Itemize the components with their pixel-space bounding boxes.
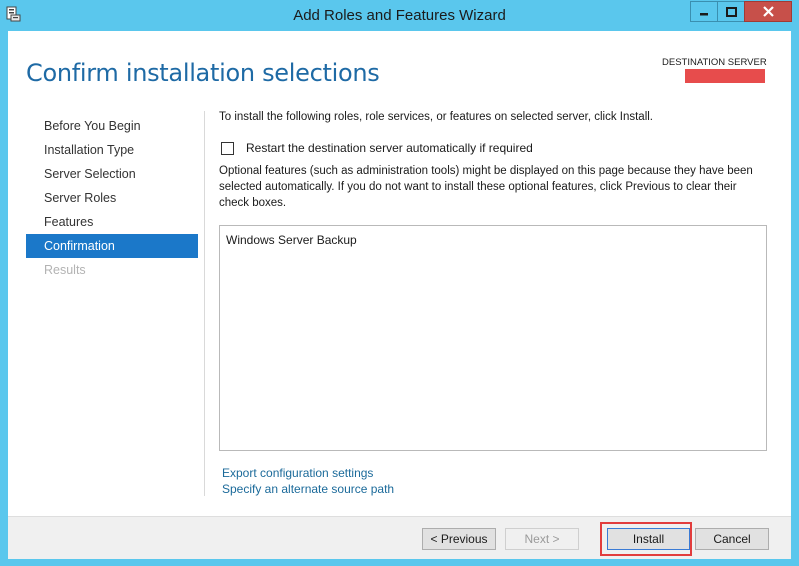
wizard-body: Confirm installation selections DESTINAT… [8,31,791,559]
nav-item-before-you-begin[interactable]: Before You Begin [26,114,198,138]
nav-item-features[interactable]: Features [26,210,198,234]
restart-checkbox[interactable] [221,141,234,155]
maximize-button[interactable] [717,1,745,22]
window-title: Add Roles and Features Wizard [293,7,506,24]
previous-button[interactable]: < Previous [422,528,496,550]
wizard-window: Add Roles and Features Wizard Confirm in… [0,0,799,566]
optional-features-note: Optional features (such as administratio… [219,165,753,209]
next-button: Next > [505,528,579,550]
close-button[interactable] [744,1,792,22]
nav-divider [204,111,205,496]
cancel-button[interactable]: Cancel [695,528,769,550]
selected-features-list[interactable]: Windows Server Backup [219,225,767,451]
minimize-button[interactable] [690,1,718,22]
nav-item-server-roles[interactable]: Server Roles [26,186,198,210]
close-icon [762,6,774,17]
list-item: Windows Server Backup [226,233,357,247]
install-button[interactable]: Install [607,528,690,550]
restart-checkbox-label[interactable]: Restart the destination server automatic… [246,141,533,155]
destination-server-label: DESTINATION SERVER [662,57,767,68]
nav-item-installation-type[interactable]: Installation Type [26,138,198,162]
page-title: Confirm installation selections [26,59,380,87]
title-bar[interactable]: Add Roles and Features Wizard [0,0,799,30]
minimize-icon [700,12,708,15]
nav-item-confirmation[interactable]: Confirmation [26,234,198,258]
wizard-nav: Before You Begin Installation Type Serve… [26,114,198,282]
button-bar: < Previous Next > Install Cancel [8,516,791,559]
maximize-icon [725,6,737,17]
alternate-source-path-link[interactable]: Specify an alternate source path [222,482,394,496]
intro-text: To install the following roles, role ser… [219,111,653,123]
nav-item-results: Results [44,263,86,277]
destination-server-redaction [685,69,765,83]
nav-item-server-selection[interactable]: Server Selection [26,162,198,186]
restart-option[interactable]: Restart the destination server automatic… [221,141,533,155]
export-configuration-link[interactable]: Export configuration settings [222,466,373,480]
